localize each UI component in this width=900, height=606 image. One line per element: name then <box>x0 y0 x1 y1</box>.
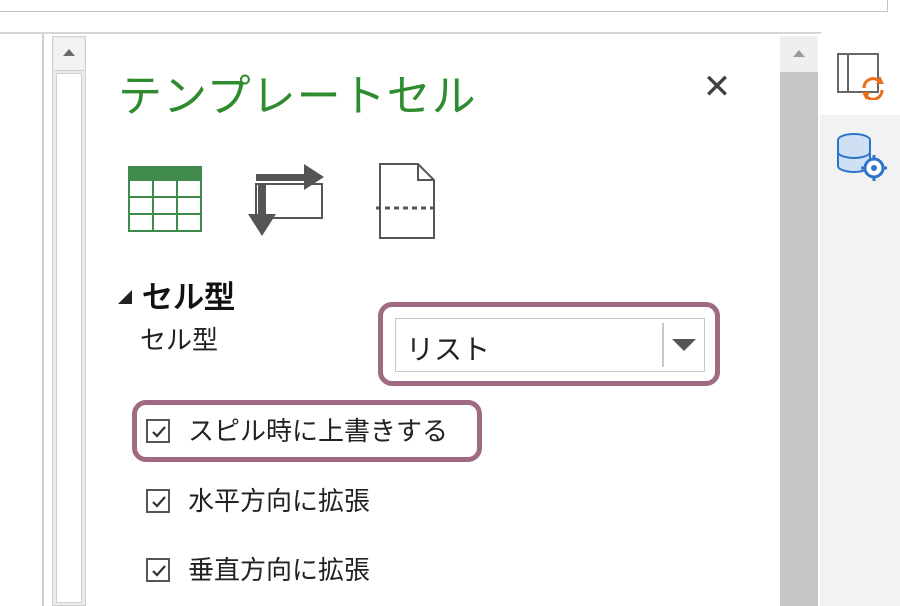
top-divider <box>0 32 822 34</box>
section-header-label: セル型 <box>142 280 235 316</box>
pane-title: テンプレートセル <box>118 71 477 122</box>
checkbox-icon[interactable] <box>146 489 170 513</box>
template-refresh-icon[interactable] <box>836 52 886 104</box>
scrollbar-thumb[interactable] <box>780 72 818 606</box>
side-tab-strip <box>820 33 900 606</box>
section-header[interactable]: セル型 <box>118 272 235 316</box>
swap-arrows-icon[interactable] <box>242 162 326 242</box>
checkbox-icon[interactable] <box>146 558 170 582</box>
scroll-up-arrow-icon[interactable] <box>780 36 818 72</box>
scroll-up-arrow-icon[interactable] <box>54 38 84 71</box>
database-settings-icon[interactable] <box>836 132 888 186</box>
table-icon[interactable] <box>128 166 202 236</box>
cell-type-select-value: リスト <box>406 333 491 366</box>
close-button[interactable]: ✕ <box>700 70 734 104</box>
select-divider <box>662 323 664 367</box>
checkbox-label: 垂直方向に拡張 <box>188 556 371 586</box>
collapse-triangle-icon[interactable] <box>118 290 132 304</box>
app-window: テンプレートセル ✕ セル型 セル型 リスト スピル時に上書きする 水平方向に拡… <box>0 0 900 606</box>
scrollbar-track[interactable] <box>56 73 82 603</box>
pane-left-border <box>42 33 44 606</box>
right-scrollbar[interactable] <box>780 36 818 606</box>
chevron-down-icon[interactable] <box>672 339 696 351</box>
page-break-icon[interactable] <box>374 162 438 244</box>
cell-type-select[interactable]: リスト <box>395 318 705 372</box>
checkbox-icon[interactable] <box>146 419 170 443</box>
checkbox-label: スピル時に上書きする <box>188 417 449 447</box>
checkbox-label: 水平方向に拡張 <box>188 487 371 517</box>
left-scrollbar[interactable] <box>52 36 86 606</box>
cell-type-label: セル型 <box>140 326 219 356</box>
top-input-field[interactable] <box>0 0 888 12</box>
